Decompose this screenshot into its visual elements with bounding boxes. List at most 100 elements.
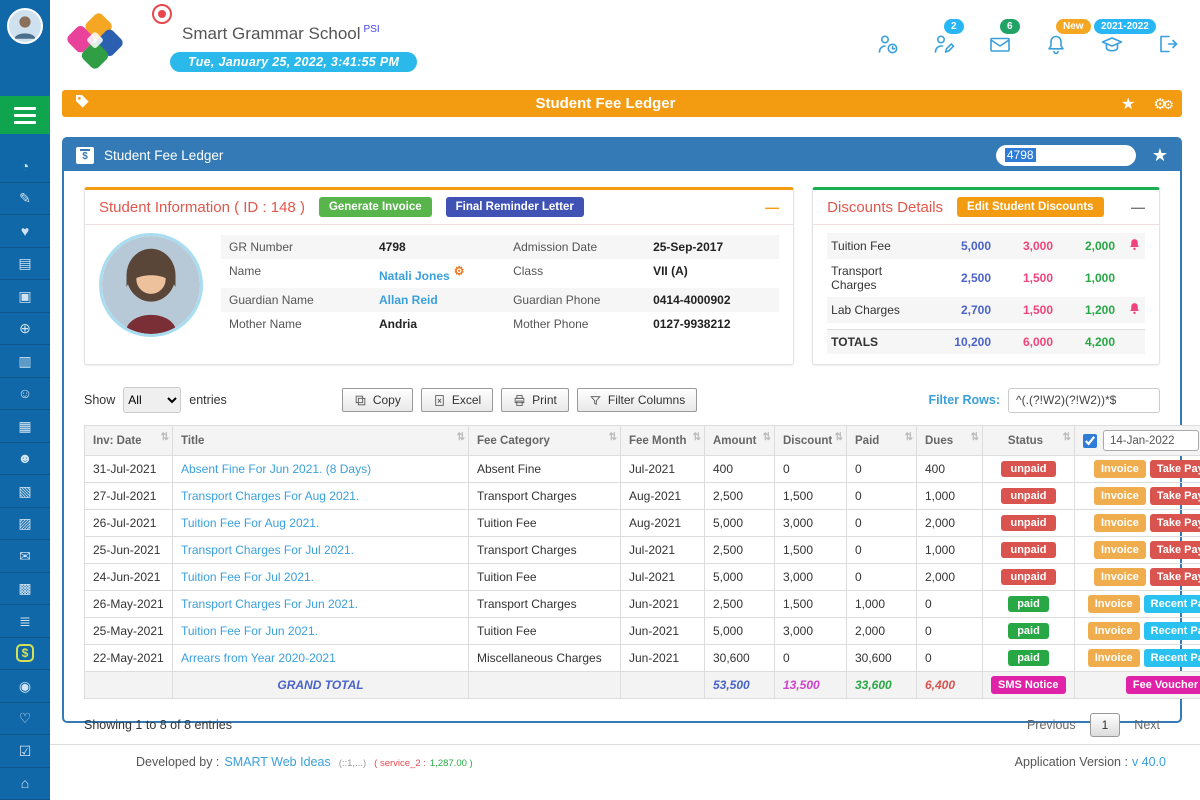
excel-button[interactable]: Excel <box>421 388 493 412</box>
payment-action-button[interactable]: Recent Payment <box>1144 649 1200 667</box>
fee-voucher-button[interactable]: Fee Voucher <box>1126 676 1200 694</box>
fee-title-link[interactable]: Absent Fine For Jun 2021. (8 Days) <box>173 456 469 483</box>
sidebar-item-admissions[interactable]: ✎ <box>0 183 50 216</box>
student-search-input[interactable]: 4798 <box>996 145 1136 166</box>
invoice-button[interactable]: Invoice <box>1088 595 1140 613</box>
payment-action-button[interactable]: Recent Payment <box>1144 595 1200 613</box>
sidebar-item-dashboard[interactable]: ◔ <box>0 150 50 183</box>
mother-phone-value: 0127-9938212 <box>645 312 779 336</box>
sidebar-item-web-portal[interactable]: ⊕ <box>0 313 50 346</box>
collapse-student-card-button[interactable]: — <box>765 199 779 215</box>
sidebar-item-fee-ledger[interactable]: $ <box>0 638 50 671</box>
bookmark-star-icon[interactable]: ★ <box>1152 145 1168 166</box>
developer-link[interactable]: SMART Web Ideas <box>224 755 330 769</box>
sidebar-item-parents[interactable]: ◉ <box>0 670 50 703</box>
page-1-button[interactable]: 1 <box>1090 713 1121 737</box>
payment-action-button[interactable]: Recent Payment <box>1144 622 1200 640</box>
sidebar-item-exams[interactable]: ▥ <box>0 345 50 378</box>
sidebar-item-certificates[interactable]: ♡ <box>0 703 50 736</box>
sidebar-item-health[interactable]: ♥ <box>0 215 50 248</box>
funnel-icon <box>589 394 602 407</box>
fee-title-link[interactable]: Transport Charges For Jul 2021. <box>173 537 469 564</box>
col-status[interactable]: Status⇅ <box>983 426 1075 456</box>
discounts-title: Discounts Details <box>827 199 943 216</box>
user-attendance-button[interactable] <box>876 32 904 60</box>
guardian-name-link[interactable]: Allan Reid <box>371 288 505 312</box>
user-avatar[interactable] <box>7 8 43 44</box>
date-filter-input[interactable] <box>1103 430 1199 451</box>
sidebar-item-events[interactable]: ▩ <box>0 573 50 606</box>
generate-invoice-button[interactable]: Generate Invoice <box>319 197 432 217</box>
entries-select[interactable]: All <box>123 387 181 413</box>
invoice-button[interactable]: Invoice <box>1088 622 1140 640</box>
invoice-button[interactable]: Invoice <box>1088 649 1140 667</box>
fee-title-link[interactable]: Transport Charges For Aug 2021. <box>173 483 469 510</box>
final-reminder-button[interactable]: Final Reminder Letter <box>446 197 584 217</box>
copy-button[interactable]: Copy <box>342 388 413 412</box>
student-info-title: Student Information ( ID : 148 ) <box>99 199 305 216</box>
settings-gears-icon[interactable]: ⚙⚙ <box>1153 95 1170 113</box>
status-badge: unpaid <box>1001 515 1055 531</box>
sidebar-item-attendance[interactable]: ▦ <box>0 410 50 443</box>
invoice-button[interactable]: Invoice <box>1094 568 1146 586</box>
new-badge: New <box>1056 19 1091 34</box>
sms-notice-button[interactable]: SMS Notice <box>991 676 1066 694</box>
field-label: Mother Name <box>221 312 371 336</box>
edit-discounts-button[interactable]: Edit Student Discounts <box>957 197 1104 217</box>
col-amount[interactable]: Amount⇅ <box>705 426 775 456</box>
sidebar-item-staff[interactable]: ☻ <box>0 443 50 476</box>
payment-action-button[interactable]: Take Payment <box>1150 514 1200 532</box>
user-edit-button[interactable]: 2 <box>932 32 960 60</box>
collapse-discounts-card-button[interactable]: — <box>1131 199 1145 215</box>
record-indicator-icon <box>152 4 172 24</box>
sidebar-item-classes[interactable]: ▨ <box>0 508 50 541</box>
invoice-button[interactable]: Invoice <box>1094 487 1146 505</box>
payment-action-button[interactable]: Take Payment <box>1150 541 1200 559</box>
menu-toggle-button[interactable] <box>0 96 50 134</box>
invoice-button[interactable]: Invoice <box>1094 514 1146 532</box>
print-button[interactable]: Print <box>501 388 569 412</box>
status-badge: paid <box>1008 623 1049 639</box>
notifications-button[interactable]: New <box>1044 32 1072 60</box>
fee-title-link[interactable]: Tuition Fee For Aug 2021. <box>173 510 469 537</box>
filter-columns-button[interactable]: Filter Columns <box>577 388 697 412</box>
col-fee-category[interactable]: Fee Category⇅ <box>469 426 621 456</box>
col-paid[interactable]: Paid⇅ <box>847 426 917 456</box>
sidebar-item-id-card[interactable]: ▣ <box>0 280 50 313</box>
invoice-button[interactable]: Invoice <box>1094 460 1146 478</box>
fee-title-link[interactable]: Arrears from Year 2020-2021 <box>173 645 469 672</box>
pagination: Previous 1 Next <box>1027 713 1160 737</box>
sidebar-item-tasks[interactable]: ☑ <box>0 735 50 768</box>
col-discount[interactable]: Discount⇅ <box>775 426 847 456</box>
payment-action-button[interactable]: Take Payment <box>1150 568 1200 586</box>
sidebar-item-students[interactable]: ☺ <box>0 378 50 411</box>
fee-title-link[interactable]: Tuition Fee For Jun 2021. <box>173 618 469 645</box>
col-dues[interactable]: Dues⇅ <box>917 426 983 456</box>
filter-rows-input[interactable] <box>1008 388 1160 413</box>
fee-title-link[interactable]: Tuition Fee For Jul 2021. <box>173 564 469 591</box>
previous-page-button[interactable]: Previous <box>1027 718 1076 732</box>
invoice-button[interactable]: Invoice <box>1094 541 1146 559</box>
sidebar-item-library[interactable]: ≣ <box>0 605 50 638</box>
date-filter-checkbox[interactable] <box>1083 434 1097 448</box>
next-page-button[interactable]: Next <box>1134 718 1160 732</box>
sidebar-item-mailbox[interactable]: ✉ <box>0 540 50 573</box>
col-fee-month[interactable]: Fee Month⇅ <box>621 426 705 456</box>
sidebar-item-fee-card[interactable]: ▤ <box>0 248 50 281</box>
payment-action-button[interactable]: Take Payment <box>1150 460 1200 478</box>
student-name-link[interactable]: Natali Jones <box>379 269 450 283</box>
grand-total-row: GRAND TOTAL 53,500 13,500 33,600 6,400 S… <box>85 672 1200 699</box>
academic-session-button[interactable]: 2021-2022 <box>1100 32 1128 60</box>
sidebar-item-gallery[interactable]: ▧ <box>0 475 50 508</box>
favorite-star-icon[interactable]: ★ <box>1121 94 1135 114</box>
payment-action-button[interactable]: Take Payment <box>1150 487 1200 505</box>
sidebar-item-academics[interactable]: ⌂ <box>0 768 50 800</box>
school-tag: PSI <box>364 24 380 35</box>
col-inv-date[interactable]: Inv: Date⇅ <box>85 426 173 456</box>
fee-title-link[interactable]: Transport Charges For Jun 2021. <box>173 591 469 618</box>
student-settings-gear-icon[interactable]: ⚙ <box>454 264 465 278</box>
show-label: Show <box>84 393 115 407</box>
logout-button[interactable] <box>1156 32 1184 60</box>
col-title[interactable]: Title⇅ <box>173 426 469 456</box>
messages-button[interactable]: 6 <box>988 32 1016 60</box>
